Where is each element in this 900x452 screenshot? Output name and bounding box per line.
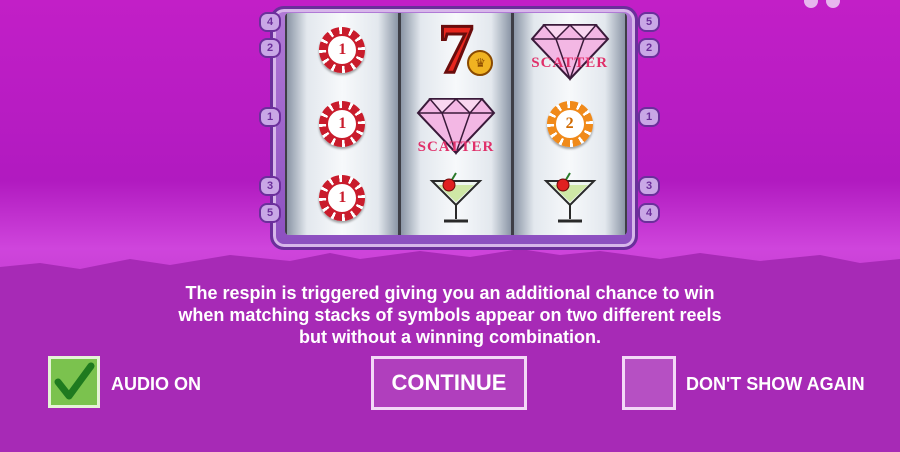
payline-marker: 2: [259, 38, 281, 58]
chip-icon: 1: [319, 101, 366, 147]
symbol-chip-1: 1: [287, 14, 398, 86]
chip-value: 1: [326, 34, 359, 66]
chip-value: 2: [553, 108, 586, 140]
seven-icon: 7: [437, 11, 475, 88]
payline-marker: 3: [638, 176, 660, 196]
slot-machine: 1 1 1 7 ♛ SCATTER SCATTER 2: [270, 6, 638, 250]
symbol-seven: 7 ♛: [401, 11, 512, 88]
audio-label[interactable]: AUDIO ON: [111, 374, 201, 395]
continue-button[interactable]: CONTINUE: [371, 356, 527, 410]
payline-marker: 2: [638, 38, 660, 58]
symbol-chip-1: 1: [287, 162, 398, 234]
chip-icon: 1: [319, 27, 366, 73]
payline-marker: 1: [259, 107, 281, 127]
payline-marker: 5: [259, 203, 281, 223]
message-line: when matching stacks of symbols appear o…: [178, 305, 722, 325]
audio-checkbox[interactable]: [48, 356, 100, 408]
reel-1: 1 1 1: [287, 13, 398, 235]
message-line: The respin is triggered giving you an ad…: [185, 283, 715, 303]
message-line: but without a winning combination.: [299, 327, 601, 347]
martini-icon: [429, 172, 483, 223]
chip-value: 1: [326, 108, 359, 140]
top-indicator-dots: [804, 0, 840, 8]
hills-background: [0, 249, 900, 452]
indicator-dot: [804, 0, 818, 8]
respin-info-message: The respin is triggered giving you an ad…: [0, 282, 900, 348]
scatter-label: SCATTER: [417, 139, 495, 155]
indicator-dot: [826, 0, 840, 8]
symbol-chip-1: 1: [287, 88, 398, 160]
reel-3: SCATTER 2: [514, 13, 626, 235]
chip-icon: 1: [319, 175, 366, 221]
payline-marker: 5: [638, 12, 660, 32]
symbol-martini: [401, 162, 512, 234]
payline-marker: 1: [638, 107, 660, 127]
dont-show-again-label[interactable]: DON'T SHOW AGAIN: [686, 374, 865, 395]
reel-2: 7 ♛ SCATTER: [400, 11, 512, 235]
checkmark-icon: [54, 362, 95, 400]
payline-marker: 3: [259, 176, 281, 196]
symbol-martini: [514, 162, 625, 234]
symbol-diamond-scatter: SCATTER: [514, 14, 625, 86]
game-screen: 1 1 1 7 ♛ SCATTER SCATTER 2 4 2 1 3 5 5 …: [0, 0, 900, 452]
reels-area: 1 1 1 7 ♛ SCATTER SCATTER 2: [285, 13, 627, 235]
chip-value: 1: [326, 182, 359, 214]
symbol-chip-2: 2: [514, 88, 625, 160]
scatter-label: SCATTER: [531, 55, 609, 71]
martini-icon: [543, 172, 597, 223]
crown-icon: ♛: [467, 50, 494, 76]
symbol-diamond-scatter: SCATTER: [401, 88, 512, 160]
dont-show-again-checkbox[interactable]: [622, 356, 676, 410]
payline-marker: 4: [259, 12, 281, 32]
payline-marker: 4: [638, 203, 660, 223]
chip-icon: 2: [546, 101, 593, 147]
